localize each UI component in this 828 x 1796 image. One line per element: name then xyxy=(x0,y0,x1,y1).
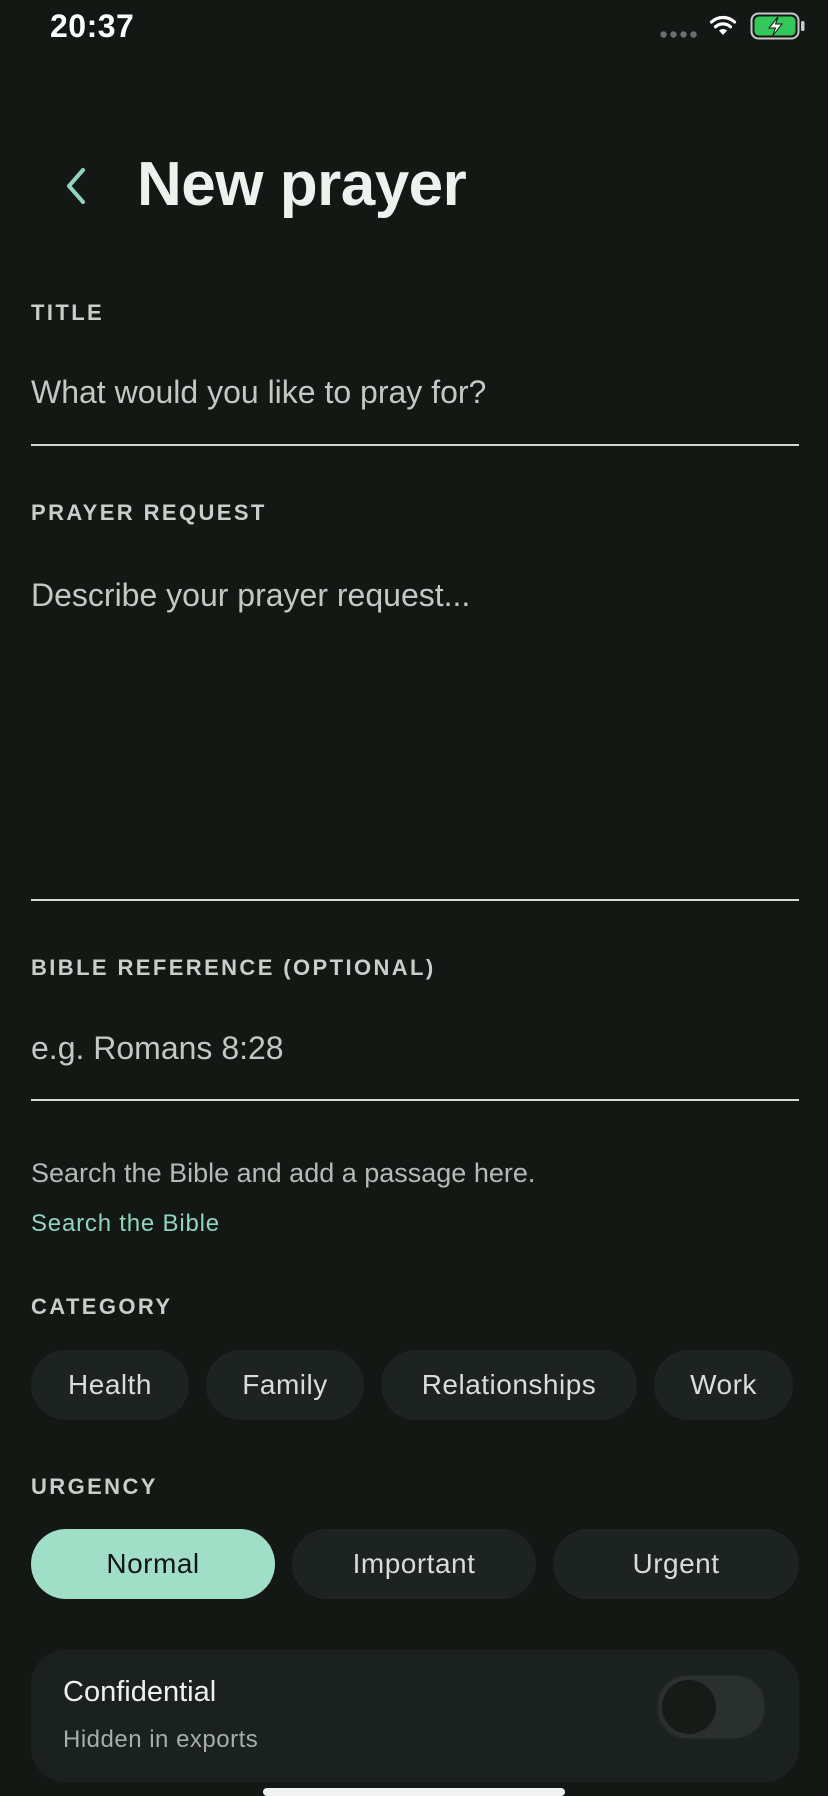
confidential-subtitle: Hidden in exports xyxy=(63,1726,259,1753)
confidential-title: Confidential xyxy=(63,1676,217,1708)
category-label: CATEGORY xyxy=(31,1294,173,1319)
title-label: TITLE xyxy=(31,300,105,325)
urgency-label: URGENCY xyxy=(31,1474,158,1499)
title-divider xyxy=(31,444,799,446)
home-indicator xyxy=(263,1788,565,1796)
bible-reference-divider xyxy=(31,1099,799,1101)
toggle-knob xyxy=(662,1680,716,1734)
cellular-signal-icon xyxy=(660,31,697,38)
bible-reference-label: BIBLE REFERENCE (OPTIONAL) xyxy=(31,955,436,980)
bible-reference-input[interactable]: e.g. Romans 8:28 xyxy=(31,1030,284,1067)
prayer-request-textarea[interactable]: Describe your prayer request... xyxy=(31,577,799,867)
search-bible-link[interactable]: Search the Bible xyxy=(31,1210,220,1238)
chevron-left-icon xyxy=(67,168,85,204)
category-chip-relationships[interactable]: Relationships xyxy=(381,1350,637,1420)
urgency-option-important[interactable]: Important xyxy=(292,1529,536,1599)
back-button[interactable] xyxy=(54,160,98,212)
title-input[interactable]: What would you like to pray for? xyxy=(31,374,486,411)
confidential-toggle[interactable] xyxy=(656,1674,766,1740)
battery-charging-icon xyxy=(750,12,805,40)
prayer-request-label: PRAYER REQUEST xyxy=(31,500,267,525)
category-chip-health[interactable]: Health xyxy=(31,1350,189,1420)
page-title: New prayer xyxy=(137,150,467,219)
category-chip-family[interactable]: Family xyxy=(206,1350,364,1420)
bible-helper-text: Search the Bible and add a passage here. xyxy=(31,1158,536,1188)
status-time: 20:37 xyxy=(50,8,135,44)
prayer-request-divider xyxy=(31,899,799,901)
urgency-option-urgent[interactable]: Urgent xyxy=(553,1529,799,1599)
urgency-option-normal[interactable]: Normal xyxy=(31,1529,275,1599)
category-chip-work[interactable]: Work xyxy=(654,1350,793,1420)
wifi-icon xyxy=(709,15,737,35)
